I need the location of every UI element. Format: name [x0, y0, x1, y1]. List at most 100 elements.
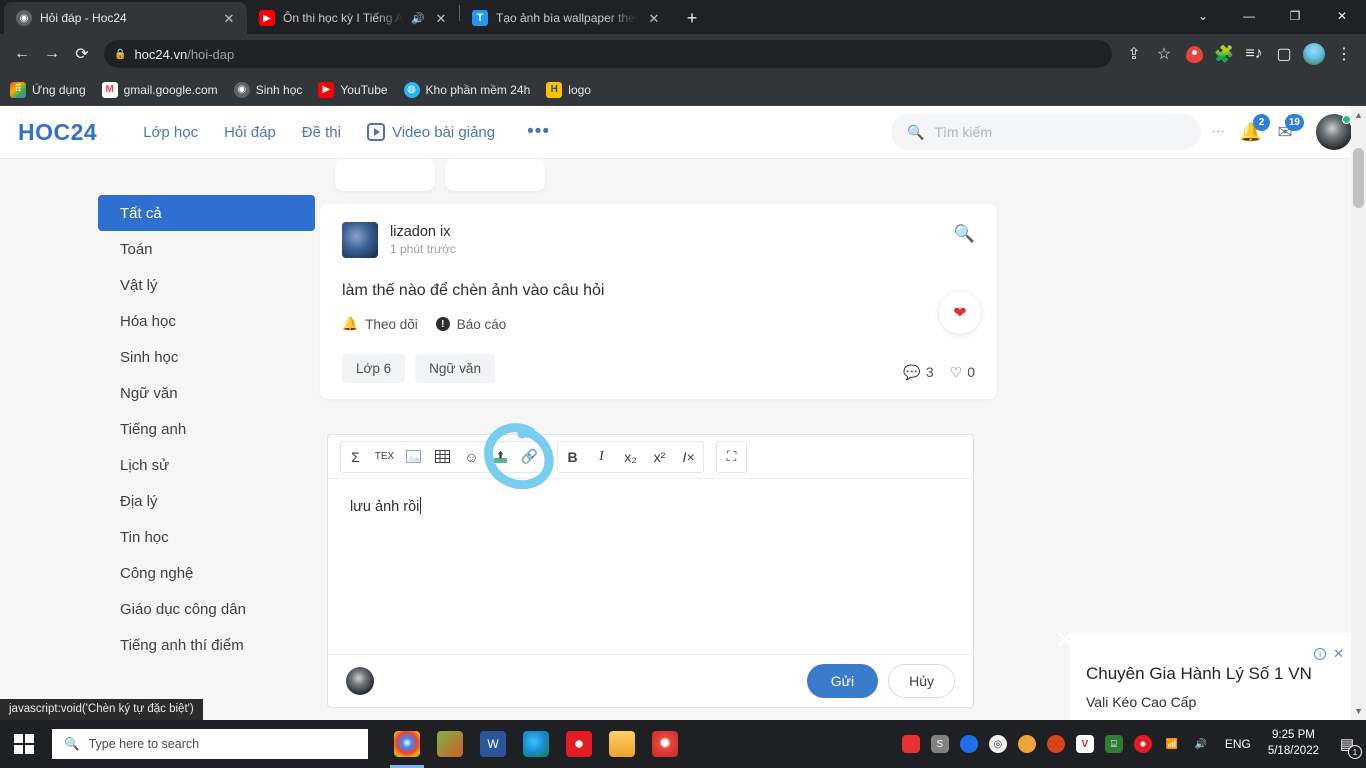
tex-icon[interactable]: TEX: [370, 442, 399, 472]
close-window-button[interactable]: ✕: [1318, 0, 1366, 32]
ebay-tray-icon[interactable]: [901, 735, 920, 753]
sidebar-item-tin-hoc[interactable]: Tin học: [98, 519, 315, 555]
bookmark-star-icon[interactable]: ☆: [1150, 40, 1178, 68]
nav-item-hoi-dap[interactable]: Hỏi đáp: [224, 124, 276, 141]
superscript-icon[interactable]: x²: [645, 442, 674, 472]
italic-icon[interactable]: I: [587, 442, 616, 472]
bookmark-apps[interactable]: ⠿ Ứng dụng: [10, 81, 86, 98]
media-list-icon[interactable]: ≡♪: [1240, 40, 1268, 68]
spiral-tray-icon[interactable]: ◎: [988, 735, 1007, 753]
sidebar-item-toan[interactable]: Toán: [98, 231, 315, 267]
sidebar-item-ngu-van[interactable]: Ngữ văn: [98, 375, 315, 411]
nav-item-video-bai-giang[interactable]: Video bài giảng: [366, 123, 495, 141]
sidebar-item-tieng-anh[interactable]: Tiếng anh: [98, 411, 315, 447]
v-tray-icon[interactable]: V: [1075, 735, 1094, 753]
ccleaner-tray-icon[interactable]: [1046, 735, 1065, 753]
opera-taskbar-icon[interactable]: [566, 731, 592, 757]
send-button[interactable]: Gửi: [806, 664, 879, 698]
taskbar-search-box[interactable]: 🔍 Type here to search: [52, 729, 368, 759]
browser-tab-youtube[interactable]: ▶ Ôn thi học kỳ I Tiếng Anh lớp 🔊 ✕: [247, 2, 459, 34]
nav-item-lop-hoc[interactable]: Lớp học: [143, 124, 198, 141]
bookmark-sinh-hoc[interactable]: ◉ Sinh học: [233, 81, 302, 98]
chrome-menu-icon[interactable]: ⋮: [1330, 40, 1358, 68]
tab-close-icon[interactable]: ✕: [433, 10, 449, 26]
nav-item-de-thi[interactable]: Đề thi: [302, 124, 341, 141]
tab-audio-icon[interactable]: 🔊: [411, 12, 425, 25]
sidebar-item-hoa-hoc[interactable]: Hóa học: [98, 303, 315, 339]
bookmark-gmail[interactable]: M gmail.google.com: [101, 81, 218, 98]
scrollbar-thumb[interactable]: [1353, 148, 1364, 208]
follow-button[interactable]: 🔔 Theo dõi: [342, 316, 418, 332]
subscript-icon[interactable]: x₂: [616, 442, 645, 472]
tag-ngu-van[interactable]: Ngữ văn: [415, 354, 495, 383]
sigma-icon[interactable]: Σ: [341, 442, 370, 472]
chrome-taskbar-icon[interactable]: [390, 731, 424, 768]
edge-taskbar-icon[interactable]: [523, 731, 549, 757]
word-taskbar-icon[interactable]: W: [480, 731, 506, 757]
question-title[interactable]: làm thế nào để chèn ảnh vào câu hỏi: [342, 282, 975, 300]
bookmark-youtube[interactable]: ▶ YouTube: [318, 81, 388, 98]
image-icon[interactable]: [399, 442, 428, 472]
emoji-icon[interactable]: ☺: [457, 442, 486, 472]
upload-image-icon[interactable]: [486, 442, 515, 472]
page-scrollbar[interactable]: ▲ ▼: [1351, 106, 1366, 720]
tag-lop-6[interactable]: Lớp 6: [342, 354, 406, 383]
editor-textarea[interactable]: lưu ảnh rồi: [328, 479, 973, 654]
sidebar-item-cong-nghe[interactable]: Công nghệ: [98, 555, 315, 591]
like-floating-button[interactable]: ❤: [939, 292, 981, 334]
header-more-icon[interactable]: ⋮: [1211, 125, 1226, 139]
post-author-name[interactable]: lizadon ix: [390, 224, 456, 240]
ad-card[interactable]: i ✕ Chuyên Gia Hành Lý Số 1 VN Vali Kéo …: [1070, 633, 1360, 720]
ad-close-icon[interactable]: ✕: [1333, 647, 1344, 660]
bold-icon[interactable]: B: [558, 442, 587, 472]
sidebar-item-lich-su[interactable]: Lịch sử: [98, 447, 315, 483]
sidebar-item-sinh-hoc[interactable]: Sinh học: [98, 339, 315, 375]
profile-avatar[interactable]: [1300, 40, 1328, 68]
bookmark-kho-phan-mem[interactable]: ◍ Kho phần mềm 24h: [403, 81, 530, 98]
comment-count-stat[interactable]: 💬 3: [903, 364, 933, 381]
messages-mail-icon[interactable]: ✉ 19: [1270, 114, 1304, 147]
volume-tray-icon[interactable]: 🔊: [1192, 735, 1210, 753]
opera-tray-icon[interactable]: [1133, 735, 1152, 753]
sidebar-item-tat-ca[interactable]: Tất cả: [98, 195, 315, 231]
back-icon[interactable]: ←: [8, 40, 36, 68]
reload-icon[interactable]: ⟳: [68, 40, 96, 68]
user-avatar[interactable]: [1316, 114, 1352, 150]
sidebar-item-giao-duc-cong-dan[interactable]: Giáo dục công dân: [98, 591, 315, 627]
skype-tray-icon[interactable]: S: [930, 735, 949, 753]
minimize-button[interactable]: —: [1226, 0, 1272, 32]
tab-close-icon[interactable]: ✕: [646, 10, 662, 26]
notification-center-icon[interactable]: ▤ 1: [1334, 731, 1362, 759]
avatar[interactable]: [342, 222, 378, 258]
new-tab-button[interactable]: +: [678, 4, 706, 32]
attachment-icon[interactable]: 🔗: [515, 442, 544, 472]
notifications-bell-icon[interactable]: 🔔 2: [1236, 114, 1270, 147]
tab-search-icon[interactable]: ⌄: [1180, 0, 1226, 32]
taskbar-clock[interactable]: 9:25 PM 5/18/2022: [1268, 728, 1319, 759]
report-button[interactable]: ! Báo cáo: [435, 317, 506, 332]
scroll-down-arrow-icon[interactable]: ▼: [1354, 706, 1363, 716]
wifi-tray-icon[interactable]: 📶: [1163, 735, 1181, 753]
side-panel-icon[interactable]: ▢: [1270, 40, 1298, 68]
extensions-icon[interactable]: 🧩: [1210, 40, 1238, 68]
nav-more-icon[interactable]: •••: [527, 121, 550, 143]
coccoc-taskbar-icon[interactable]: [652, 731, 678, 757]
clear-format-icon[interactable]: I×: [674, 442, 703, 472]
filter-chip[interactable]: [335, 159, 435, 191]
info-icon[interactable]: i: [1314, 647, 1327, 660]
language-indicator[interactable]: ENG: [1225, 737, 1251, 751]
shield-icon[interactable]: [1180, 40, 1208, 68]
flame-tray-icon[interactable]: [1017, 735, 1036, 753]
maximize-button[interactable]: ❐: [1272, 0, 1318, 32]
sidebar-item-tieng-anh-thi-diem[interactable]: Tiếng anh thí điểm: [98, 627, 315, 663]
game-taskbar-icon[interactable]: [437, 731, 463, 757]
site-search-box[interactable]: 🔍: [891, 114, 1201, 150]
bookmark-logo[interactable]: H logo: [546, 81, 591, 98]
sidebar-item-vat-ly[interactable]: Vật lý: [98, 267, 315, 303]
forward-icon[interactable]: →: [38, 40, 66, 68]
table-icon[interactable]: [428, 442, 457, 472]
browser-tab-wallpaper[interactable]: T Tạo ảnh bìa wallpaper theo tên v ✕: [460, 2, 672, 34]
search-input[interactable]: [934, 124, 1185, 140]
cancel-button[interactable]: Hủy: [888, 664, 955, 698]
search-icon[interactable]: 🔍: [954, 224, 975, 244]
